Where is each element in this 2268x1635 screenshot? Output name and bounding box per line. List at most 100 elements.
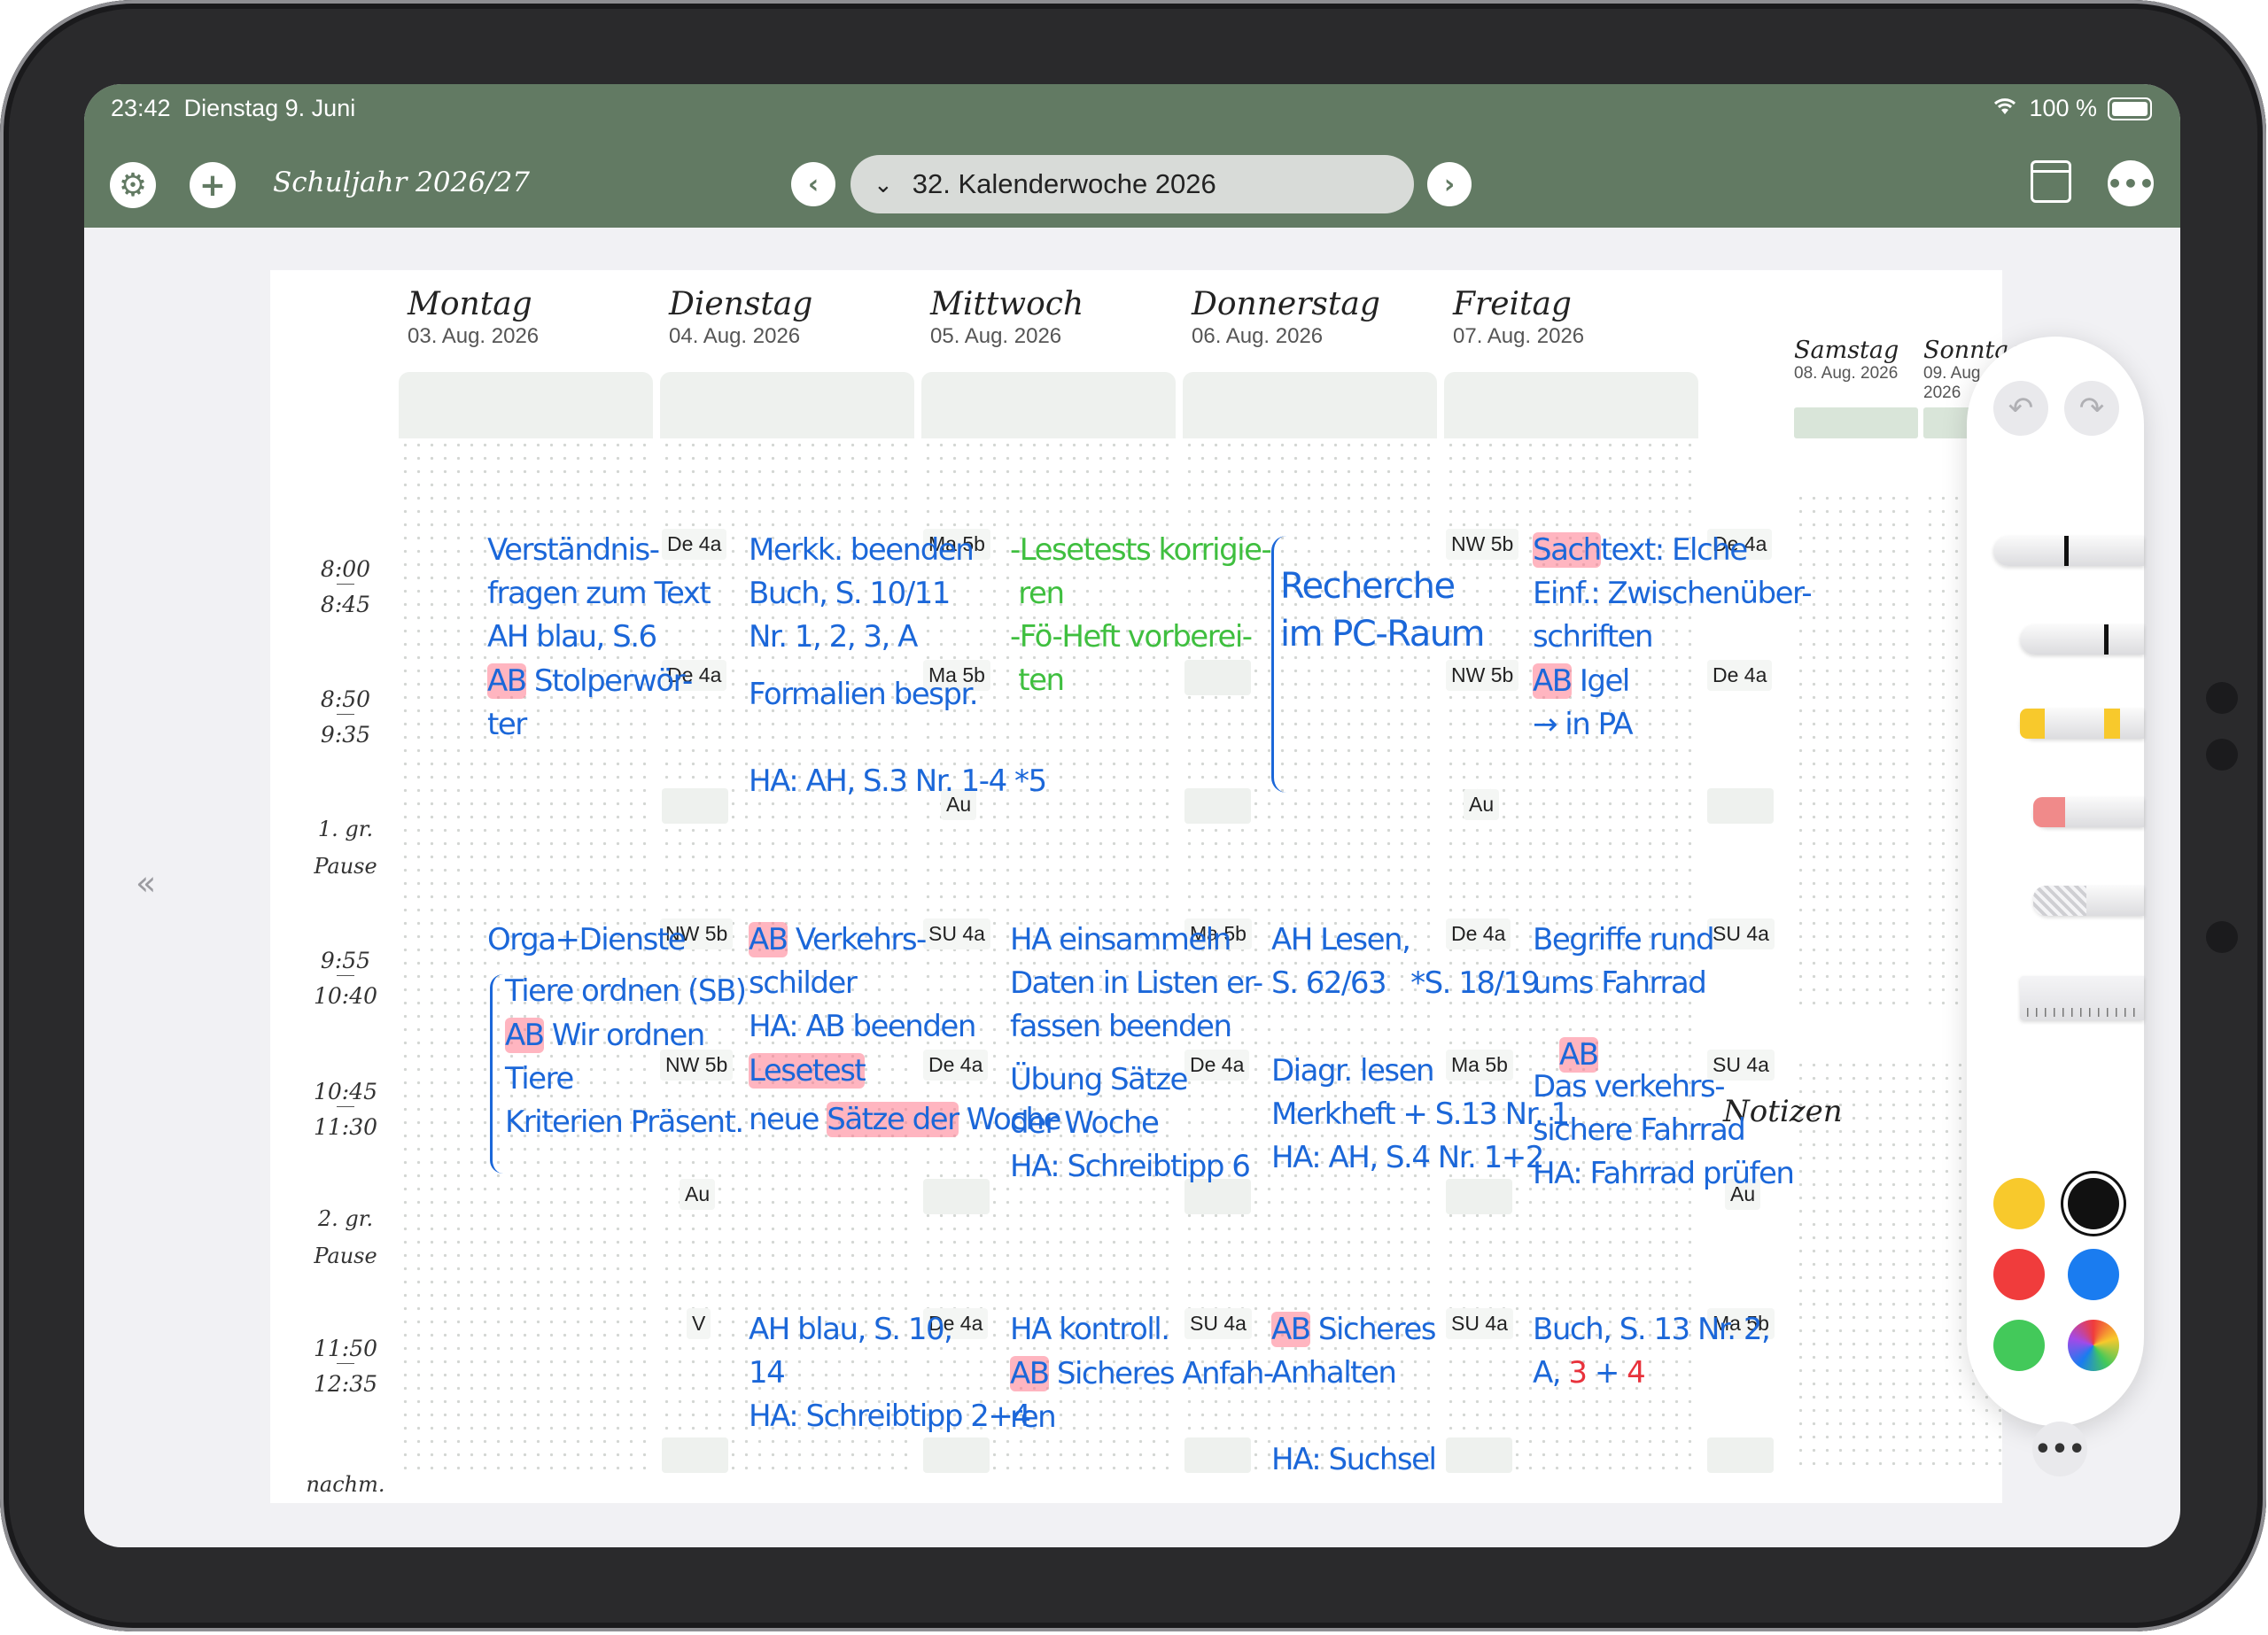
lesson-note[interactable]: Begriffe rund ums Fahrrad [1533,918,1715,1005]
chevron-right-icon: › [1443,168,1456,200]
lesson-note[interactable]: Tiere ordnen (SB) [505,970,747,1013]
lesson-note[interactable]: HA kontroll. [1010,1308,1170,1352]
lesson-note[interactable]: Diagr. lesen Merkheft + S.13 Nr. 1 HA: A… [1271,1050,1570,1180]
ellipsis-icon: ••• [2034,1433,2085,1465]
lesson-note[interactable]: Übung Sätze der Woche HA: Schreibtipp 6 [1010,1058,1251,1189]
next-week-button[interactable]: › [1427,162,1472,206]
status-time: 23:42 Dienstag 9. Juni [111,95,356,121]
lesson-note[interactable]: AB Stolperwör- ter [487,660,693,747]
battery-percent: 100 % [2029,95,2097,121]
class-tag-empty [662,788,728,824]
chevron-left-icon: ‹ [807,168,819,200]
all-day-area[interactable] [660,372,914,438]
highlighter-band-icon [2104,709,2120,739]
pen-tool[interactable] [1993,536,2144,566]
class-tag: De 4a [923,1050,989,1081]
week-selector[interactable]: ⌄ 32. Kalenderwoche 2026 [850,155,1414,213]
color-swatch-green[interactable] [1993,1320,2045,1371]
lesson-note[interactable]: Recherche im PC-Raum [1280,562,1486,658]
tool-more-button[interactable]: ••• [2032,1422,2087,1476]
undo-icon: ↶ [2008,391,2034,426]
time-slot-4: 10:45 11:30 [313,1079,378,1140]
all-day-area-samstag[interactable] [1794,407,1918,438]
all-day-area[interactable] [399,372,653,438]
lesson-note[interactable]: AB Wir ordnen Tiere Kriterien Präsent. [505,1014,744,1144]
color-swatch-blue[interactable] [2068,1249,2119,1300]
lesson-note[interactable]: AB Sicheres Anfah- ren [1010,1352,1274,1439]
lasso-icon [2033,886,2086,916]
class-tag: SU 4a [1184,1308,1252,1339]
plus-icon: + [198,167,227,204]
calendar-icon[interactable] [2031,160,2071,203]
side-button [2206,921,2238,953]
lesson-note[interactable]: -Lesetests korrigie- ren -Fö-Heft vorber… [1010,529,1272,702]
class-tag-empty [1446,1437,1512,1473]
lesson-note[interactable]: HA einsammeln Daten in Listen er- fassen… [1010,918,1263,1049]
time-slot-5: 11:50 12:35 [313,1336,378,1397]
fineliner-tool[interactable] [2020,624,2144,655]
more-button[interactable]: ••• [2107,160,2155,206]
all-day-area[interactable] [921,372,1176,438]
lesson-note[interactable]: AB Sicheres Anhalten HA: Suchsel [1271,1308,1437,1482]
color-picker-icon[interactable] [2068,1320,2119,1371]
day-header-montag: Montag 03. Aug. 2026 [408,286,540,348]
top-bar: 23:42 Dienstag 9. Juni 100 % ⚙ + Schulja… [84,84,2180,228]
class-tag: Au [1464,789,1500,820]
color-swatch-red[interactable] [1993,1249,2045,1300]
class-tag-empty [1707,788,1774,824]
class-tag: De 4a [1707,660,1773,691]
day-column-samstag[interactable] [1794,492,1918,1005]
class-tag: SU 4a [1707,918,1775,949]
side-button [2206,739,2238,771]
add-button[interactable]: + [190,162,236,208]
previous-week-button[interactable]: ‹ [791,162,835,206]
lesson-note[interactable]: Verständnis- fragen zum Text AH blau, S.… [487,529,711,659]
redo-icon: ↷ [2078,391,2105,426]
class-tag-empty [1707,1437,1774,1473]
lasso-tool[interactable] [2033,886,2144,916]
class-tag-empty [1184,788,1251,824]
lesson-note[interactable]: Lesetest [749,1050,866,1093]
color-swatch-yellow[interactable] [1993,1178,2045,1229]
class-tag: SU 4a [1446,1308,1513,1339]
ellipsis-icon: ••• [2107,168,2155,198]
lesson-note[interactable]: Das verkehrs- sichere Fahrrad HA: Fahrra… [1533,1065,1795,1196]
status-indicators: 100 % [1992,95,2152,122]
lesson-note[interactable]: AH blau, S. 10, 14 HA: Schreibtipp 2+4 [749,1308,1031,1438]
day-header-samstag: Samstag 08. Aug. 2026 [1794,337,1899,383]
lesson-note[interactable]: AH Lesen, S. 62/63 *S. 18/19 [1271,918,1540,1005]
class-tag-empty [662,1437,728,1473]
day-header-freitag: Freitag 07. Aug. 2026 [1453,286,1585,348]
class-tag: Au [680,1179,716,1210]
settings-button[interactable]: ⚙ [110,162,156,208]
day-header-mittwoch: Mittwoch 05. Aug. 2026 [930,286,1084,348]
class-tag: V [687,1308,711,1339]
lesson-note[interactable]: AB Igel → in PA [1533,660,1634,747]
ruler-tool[interactable] [2020,976,2144,1020]
lesson-note[interactable]: Formalien bespr. HA: AH, S.3 Nr. 1-4 *5 [749,673,1047,803]
time-slot-3: 9:55 10:40 [313,948,378,1009]
class-tag: NW 5b [1446,529,1519,560]
all-day-area[interactable] [1444,372,1698,438]
fineliner-tip-icon [2104,624,2109,655]
lesson-note[interactable]: AB Verkehrs- schilder HA: AB beenden [749,918,976,1049]
pause-2: 2. gr. Pause [314,1206,377,1268]
lesson-note[interactable]: Orga+Dienste [487,918,687,962]
all-day-area[interactable] [1183,372,1437,438]
battery-icon [2108,97,2152,120]
redo-button[interactable]: ↷ [2064,381,2119,436]
lesson-note[interactable]: Merkk. beenden Buch, S. 10/11 Nr. 1, 2, … [749,529,975,659]
lesson-note[interactable]: Buch, S. 13 Nr. 2, A, 3 + 4 [1533,1308,1771,1395]
lesson-note[interactable]: Sachtext: Elche Einf.: Zwischenüber- sch… [1533,529,1813,659]
drawing-tool-palette: ↶ ↷ ••• [1967,337,2144,1476]
planner-page: Montag 03. Aug. 2026 Dienstag 04. Aug. 202… [270,270,2047,1503]
color-swatch-black[interactable] [2068,1178,2119,1229]
highlighter-tool[interactable] [2020,709,2144,739]
class-tag-empty [1184,1437,1251,1473]
school-year-title[interactable]: Schuljahr 2026/27 [273,167,530,198]
eraser-tool[interactable] [2033,797,2144,827]
collapse-sidebar-icon[interactable]: « [136,864,156,903]
afternoon-label: nachm. [306,1472,385,1497]
undo-button[interactable]: ↶ [1993,381,2048,436]
eraser-icon [2033,797,2065,827]
